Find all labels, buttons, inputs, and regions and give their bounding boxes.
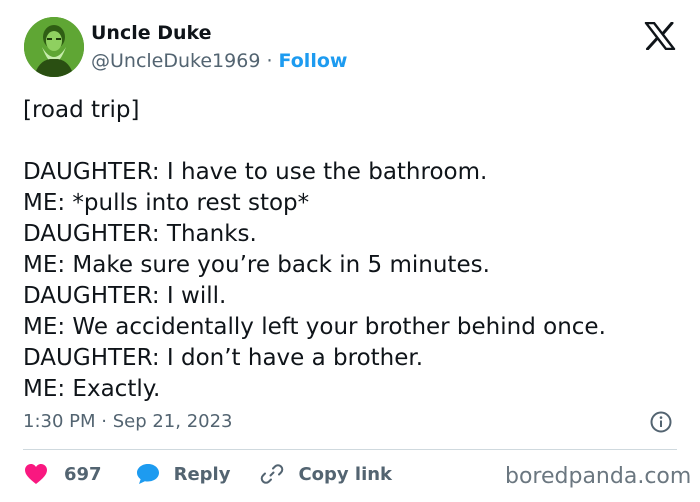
tweet-card: Uncle Duke @UncleDuke1969 · Follow [road… [0,0,700,502]
tweet-line: ME: Exactly. [23,376,161,402]
link-icon [260,462,284,486]
author-handle-row: @UncleDuke1969 · Follow [91,50,347,72]
avatar[interactable] [24,17,84,77]
reply-button[interactable]: Reply [136,463,231,485]
like-button[interactable]: 697 [24,463,102,485]
author-name[interactable]: Uncle Duke [91,22,212,44]
tweet-line: DAUGHTER: I have to use the bathroom. [23,159,488,185]
tweet-line: ME: Make sure you’re back in 5 minutes. [23,252,490,278]
action-bar: 697 Reply Copy link [24,459,392,489]
tweet-line: ME: *pulls into rest stop* [23,190,310,216]
x-logo-icon[interactable] [644,21,676,51]
follow-button[interactable]: Follow [279,50,348,72]
tweet-line: ME: We accidentally left your brother be… [23,314,606,340]
handle-separator: · [266,50,279,72]
speech-bubble-icon [136,463,160,485]
copy-link-button[interactable]: Copy link [260,462,392,486]
tweet-timestamp[interactable]: 1:30 PM · Sep 21, 2023 [23,411,233,432]
info-icon[interactable] [650,411,672,433]
tweet-line: [road trip] [23,97,140,123]
watermark: boredpanda.com [505,464,692,489]
heart-icon [24,463,48,485]
reply-label: Reply [173,463,231,485]
tweet-line: DAUGHTER: I will. [23,283,227,309]
tweet-text: [road trip] DAUGHTER: I have to use the … [23,95,683,405]
tweet-line: DAUGHTER: Thanks. [23,221,257,247]
tweet-line: DAUGHTER: I don’t have a brother. [23,345,424,371]
like-count: 697 [64,463,102,485]
author-handle[interactable]: @UncleDuke1969 [91,50,260,72]
copy-link-label: Copy link [298,463,393,485]
divider [23,449,677,450]
